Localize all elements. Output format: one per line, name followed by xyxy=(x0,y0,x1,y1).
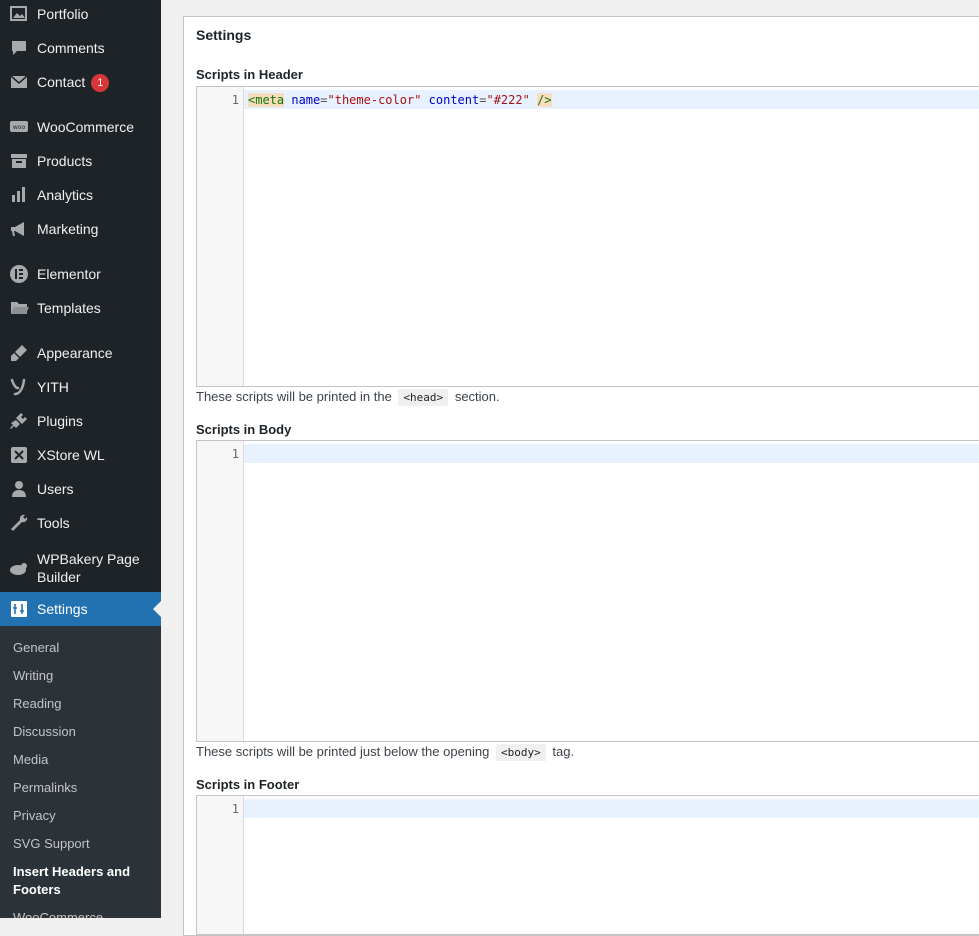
submenu-item-reading[interactable]: Reading xyxy=(13,695,153,713)
help-text-before: These scripts will be printed in the xyxy=(196,389,392,404)
notification-badge: 1 xyxy=(91,73,110,92)
line-number: 1 xyxy=(231,802,239,816)
yith-icon xyxy=(9,377,29,397)
code-line[interactable]: <meta name="theme-color" content="#222" … xyxy=(248,92,552,108)
menu-label: Users xyxy=(37,481,74,497)
megaphone-icon xyxy=(9,219,29,239)
portfolio-icon xyxy=(9,4,29,24)
submenu-item-insert-headers-footers[interactable]: Insert Headers and Footers xyxy=(13,863,153,899)
submenu-item-general[interactable]: General xyxy=(13,639,153,657)
menu-item-settings[interactable]: Settings xyxy=(0,592,161,626)
menu-label: YITH xyxy=(37,379,69,395)
editor-gutter: 1 xyxy=(197,796,244,934)
submenu-item-svg-support[interactable]: SVG Support xyxy=(13,835,153,853)
active-line-highlight xyxy=(244,444,979,463)
menu-item-tools[interactable]: Tools xyxy=(0,506,161,540)
code-attr: content xyxy=(428,93,480,107)
menu-item-portfolio[interactable]: Portfolio xyxy=(0,0,161,31)
header-scripts-label: Scripts in Header xyxy=(196,67,303,82)
menu-item-marketing[interactable]: Marketing xyxy=(0,212,161,246)
menu-item-users[interactable]: Users xyxy=(0,472,161,506)
help-text-after: section. xyxy=(454,389,500,404)
footer-scripts-editor[interactable]: 1 xyxy=(196,795,979,935)
submenu-item-discussion[interactable]: Discussion xyxy=(13,723,153,741)
elementor-icon xyxy=(9,264,29,284)
code-tag-close: /> xyxy=(537,93,552,107)
menu-item-plugins[interactable]: Plugins xyxy=(0,404,161,438)
submenu-item-permalinks[interactable]: Permalinks xyxy=(13,779,153,797)
comments-icon xyxy=(9,38,29,58)
code-tag-open: <meta xyxy=(248,93,285,107)
menu-label: Tools xyxy=(37,515,70,531)
menu-item-analytics[interactable]: Analytics xyxy=(0,178,161,212)
submenu-item-privacy[interactable]: Privacy xyxy=(13,807,153,825)
menu-label: Contact 1 xyxy=(37,73,110,92)
folder-icon xyxy=(9,298,29,318)
admin-sidebar: Portfolio Comments Contact 1 woo WooComme… xyxy=(0,0,161,918)
menu-label: WooCommerce xyxy=(37,119,134,135)
menu-label: WPBakery Page Builder xyxy=(37,551,140,585)
user-icon xyxy=(9,479,29,499)
archive-icon xyxy=(9,151,29,171)
menu-label: Settings xyxy=(37,601,88,617)
menu-item-comments[interactable]: Comments xyxy=(0,31,161,65)
menu-item-templates[interactable]: Templates xyxy=(0,291,161,325)
editor-gutter: 1 xyxy=(197,441,244,741)
line-number: 1 xyxy=(231,447,239,461)
help-code: <body> xyxy=(496,744,546,761)
line-number: 1 xyxy=(231,93,239,107)
body-help-text: These scripts will be printed just below… xyxy=(196,743,574,762)
active-line-highlight xyxy=(244,799,979,818)
footer-scripts-label: Scripts in Footer xyxy=(196,777,300,792)
svg-text:woo: woo xyxy=(13,124,26,131)
header-help-text: These scripts will be printed in the <he… xyxy=(196,388,500,407)
submenu-item-media[interactable]: Media xyxy=(13,751,153,769)
menu-label: Marketing xyxy=(37,221,99,237)
submenu-item-writing[interactable]: Writing xyxy=(13,667,153,685)
menu-label: Analytics xyxy=(37,187,94,203)
editor-gutter: 1 xyxy=(197,87,244,386)
menu-label: XStore WL xyxy=(37,447,105,463)
menu-label: Comments xyxy=(37,40,105,56)
menu-item-wpbakery[interactable]: WPBakery Page Builder xyxy=(0,546,161,590)
body-scripts-label: Scripts in Body xyxy=(196,422,292,437)
menu-item-woocommerce[interactable]: woo WooCommerce xyxy=(0,110,161,144)
menu-label-text: Contact xyxy=(37,73,86,90)
help-text-before: These scripts will be printed just below… xyxy=(196,744,490,759)
woocommerce-icon: woo xyxy=(9,117,29,137)
menu-item-products[interactable]: Products xyxy=(0,144,161,178)
panel-title: Settings xyxy=(196,27,252,43)
help-text-after: tag. xyxy=(552,744,575,759)
menu-label: Appearance xyxy=(37,345,113,361)
code-attr: name xyxy=(291,93,321,107)
menu-item-elementor[interactable]: Elementor xyxy=(0,257,161,291)
wrench-icon xyxy=(9,513,29,533)
wpbakery-icon xyxy=(9,559,29,579)
brush-icon xyxy=(9,343,29,363)
help-code: <head> xyxy=(398,389,449,406)
menu-item-xstore[interactable]: XStore WL xyxy=(0,438,161,472)
mail-icon xyxy=(9,72,29,92)
code-string: "#222" xyxy=(486,93,530,107)
body-scripts-editor[interactable]: 1 xyxy=(196,440,979,742)
menu-label: Elementor xyxy=(37,266,101,282)
menu-label: Templates xyxy=(37,300,101,316)
bar-chart-icon xyxy=(9,185,29,205)
menu-item-contact[interactable]: Contact 1 xyxy=(0,65,161,99)
plug-icon xyxy=(9,411,29,431)
menu-label: Products xyxy=(37,153,93,169)
code-string: "theme-color" xyxy=(327,93,422,107)
settings-icon xyxy=(9,599,29,619)
menu-item-appearance[interactable]: Appearance xyxy=(0,336,161,370)
header-scripts-editor[interactable]: 1 <meta name="theme-color" content="#222… xyxy=(196,86,979,387)
settings-submenu: General Writing Reading Discussion Media… xyxy=(0,626,161,918)
xstore-icon xyxy=(9,445,29,465)
submenu-item-woocommerce[interactable]: WooCommerce xyxy=(13,909,153,918)
menu-item-yith[interactable]: YITH xyxy=(0,370,161,404)
menu-label: Portfolio xyxy=(37,6,89,22)
code-punct: = xyxy=(320,93,328,107)
menu-label: Plugins xyxy=(37,413,83,429)
active-arrow-indicator xyxy=(153,601,161,617)
